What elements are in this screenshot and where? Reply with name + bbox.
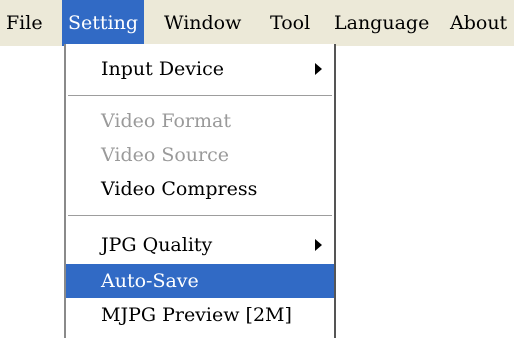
menu-language[interactable]: Language xyxy=(334,0,429,46)
menu-window[interactable]: Window xyxy=(164,0,241,46)
menu-item-auto-save[interactable]: Auto-Save xyxy=(66,264,334,298)
menu-item-label: Video Source xyxy=(101,144,230,166)
menu-tool[interactable]: Tool xyxy=(270,0,310,46)
menu-item-video-source: Video Source xyxy=(66,138,334,172)
menu-separator xyxy=(68,215,332,217)
menu-item-label: Video Compress xyxy=(101,178,258,200)
setting-dropdown-menu: Input Device Video Format Video Source V… xyxy=(64,44,336,338)
menu-item-label: JPG Quality xyxy=(101,234,213,256)
menu-item-label: Auto-Save xyxy=(101,270,199,292)
menu-separator xyxy=(68,95,332,97)
menu-item-video-format: Video Format xyxy=(66,104,334,138)
menu-item-video-compress[interactable]: Video Compress xyxy=(66,172,334,206)
menu-item-label: MJPG Preview [2M] xyxy=(101,304,292,326)
menu-item-label: Video Format xyxy=(101,110,231,132)
menu-setting[interactable]: Setting xyxy=(62,0,145,46)
submenu-arrow-icon xyxy=(315,63,322,75)
menu-item-mjpg-preview[interactable]: MJPG Preview [2M] xyxy=(66,298,334,332)
menu-item-label: Input Device xyxy=(101,58,224,80)
submenu-arrow-icon xyxy=(315,239,322,251)
menu-about[interactable]: About xyxy=(450,0,507,46)
menu-bar: File Setting Window Tool Language About xyxy=(0,0,514,46)
menu-item-input-device[interactable]: Input Device xyxy=(66,52,334,86)
menu-item-jpg-quality[interactable]: JPG Quality xyxy=(66,228,334,262)
menu-file[interactable]: File xyxy=(6,0,43,46)
